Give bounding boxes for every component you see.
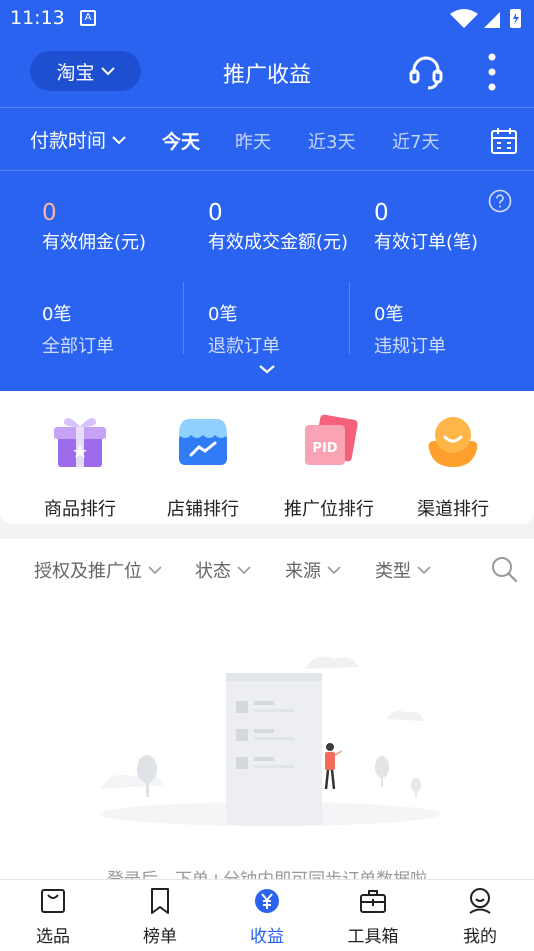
chevron-down-icon [148,565,162,574]
violation-orders-label: 违规订单 [374,336,446,357]
filter-authorization-adzone[interactable]: 授权及推广位 [34,557,162,583]
violation-orders-card[interactable]: 0笔 违规订单 [374,280,446,357]
tab-earnings[interactable]: 收益 [227,886,307,947]
gift-icon [54,418,106,467]
tab-toolbox-label: 工具箱 [347,927,399,947]
valid-orders-label: 有效订单(笔) [374,232,479,253]
chevron-down-icon [327,565,341,574]
filter-source-label: 来源 [285,561,321,582]
bookmark-icon [151,888,169,914]
order-filter-bar: 授权及推广位 状态 来源 类型 [0,539,534,599]
chevron-down-icon [112,135,126,144]
filter-type-label: 类型 [375,561,411,582]
filter-authorization-adzone-label: 授权及推广位 [34,561,142,582]
empty-state: 登录后，下单+分钟内即可同步订单数据啦 [0,599,534,879]
all-orders-card[interactable]: 0笔 全部订单 [42,280,114,357]
store-icon [179,419,227,465]
tab-profile[interactable]: 我的 [440,886,520,947]
valid-orders-value: 0 [374,200,389,226]
all-orders-count: 0 [42,304,54,325]
calendar-icon[interactable] [490,127,518,155]
divider [183,282,184,354]
bag-icon [41,889,65,913]
wifi-icon [450,9,478,28]
empty-orders-illustration [100,656,440,826]
tab-selection-label: 选品 [36,927,70,947]
more-menu-icon[interactable] [482,52,502,92]
empty-state-hint: 登录后，下单+分钟内即可同步订单数据啦 [0,865,534,879]
tab-rankings[interactable]: 榜单 [120,886,200,947]
ranking-shortcuts: 商品排行 店铺排行 PID 推广位排行 渠道排行 [0,391,534,524]
shortcut-channel-ranking-label: 渠道排行 [417,499,489,520]
all-orders-unit: 笔 [53,304,72,325]
toolbox-icon [360,890,386,913]
all-orders-label: 全部订单 [42,336,114,357]
filter-type[interactable]: 类型 [375,557,431,583]
tab-yesterday[interactable]: 昨天 [235,128,271,154]
refund-orders-unit: 笔 [219,304,238,325]
stat-transaction-amount[interactable]: 0 有效成交金额(元) [208,200,348,254]
customer-service-icon[interactable] [406,52,446,92]
tab-toolbox[interactable]: 工具箱 [333,886,413,947]
tab-today[interactable]: 今天 [162,127,200,154]
refund-orders-label: 退款订单 [208,336,280,357]
shortcut-product-ranking[interactable]: 商品排行 [25,411,135,521]
status-time: 11:13 [10,7,65,29]
expand-chevron-icon[interactable] [257,362,277,376]
tab-profile-label: 我的 [463,927,497,947]
stat-commission[interactable]: 0 有效佣金(元) [42,200,146,254]
filter-status-label: 状态 [195,561,231,582]
violation-orders-unit: 笔 [385,304,404,325]
shortcut-product-ranking-label: 商品排行 [44,499,116,520]
platform-label: 淘宝 [56,61,95,84]
shortcut-store-ranking[interactable]: 店铺排行 [148,411,258,521]
help-icon[interactable] [488,189,512,213]
refund-orders-count: 0 [208,304,220,325]
yen-icon [255,889,279,913]
violation-orders-count: 0 [374,304,386,325]
tab-earnings-label: 收益 [250,927,284,947]
pid-text: PID [312,441,337,456]
chevron-down-icon [100,67,115,76]
pid-icon: PID [305,414,358,465]
chevron-down-icon [237,565,251,574]
status-bar: 11:13 A [0,0,534,36]
tab-selection[interactable]: 选品 [13,886,93,947]
filter-source[interactable]: 来源 [285,557,341,583]
payment-time-label: 付款时间 [30,130,107,152]
commission-value: 0 [42,200,57,226]
tab-rankings-label: 榜单 [143,927,177,947]
bottom-tab-bar: 选品 榜单 收益 工具箱 我的 [0,879,534,951]
shortcut-adzone-ranking[interactable]: PID 推广位排行 [274,411,384,521]
profile-icon [469,888,491,914]
transaction-amount-label: 有效成交金额(元) [208,232,349,253]
smiley-avatar-icon [428,417,478,467]
shortcut-adzone-ranking-label: 推广位排行 [284,499,374,520]
commission-label: 有效佣金(元) [42,232,147,253]
date-filter-bar: 付款时间 今天 昨天 近3天 近7天 [0,107,534,171]
filter-status[interactable]: 状态 [195,557,251,583]
status-icons [450,9,521,28]
refund-orders-card[interactable]: 0笔 退款订单 [208,280,280,357]
shortcut-channel-ranking[interactable]: 渠道排行 [398,411,508,521]
stat-valid-orders[interactable]: 0 有效订单(笔) [374,200,478,254]
chevron-down-icon [417,565,431,574]
divider [349,282,350,354]
notification-icon: A [80,10,96,26]
tab-last-7-days[interactable]: 近7天 [392,128,439,154]
tab-last-3-days[interactable]: 近3天 [308,128,355,154]
signal-icon [484,12,500,28]
search-icon[interactable] [490,555,518,583]
transaction-amount-value: 0 [208,200,223,226]
header-panel: 11:13 A 淘宝 推广收益 付款时间 今天 昨天 近3天 近7天 0 有效佣… [0,0,534,391]
page-title: 推广收益 [222,63,311,88]
payment-time-selector[interactable]: 付款时间 [30,126,126,153]
platform-selector[interactable]: 淘宝 [30,51,141,91]
shortcut-store-ranking-label: 店铺排行 [167,499,239,520]
